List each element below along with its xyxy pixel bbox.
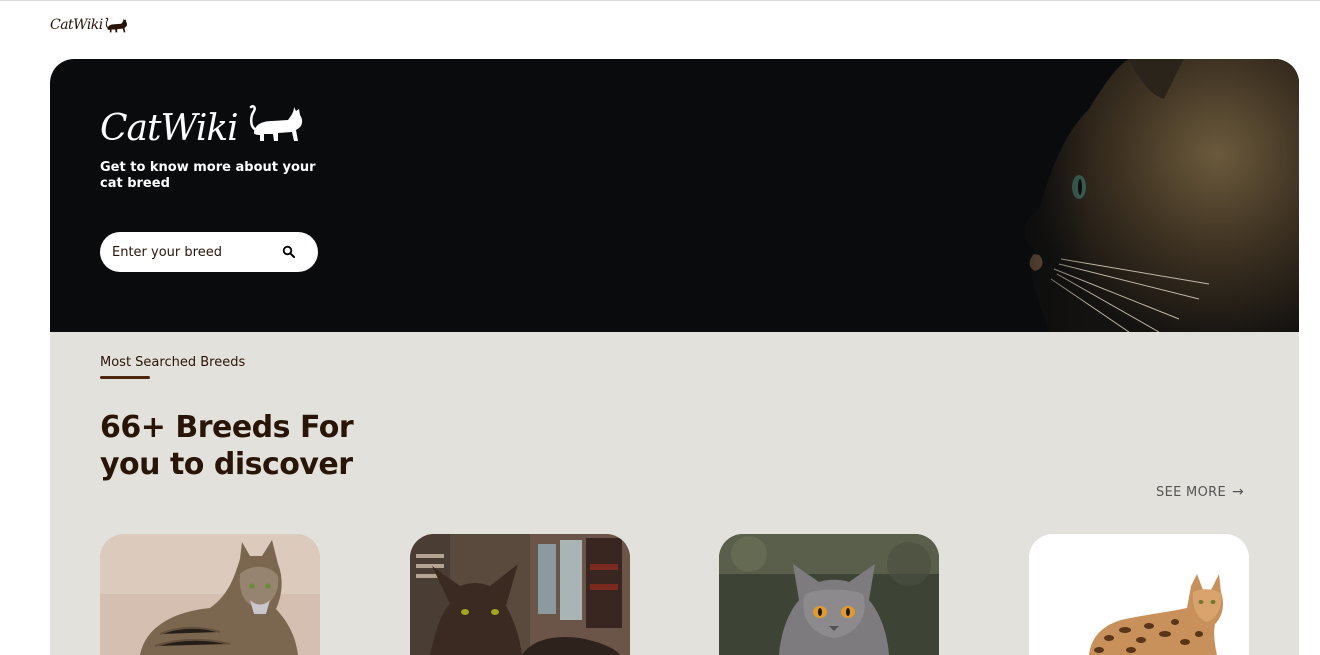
breed-card[interactable] xyxy=(410,534,630,655)
see-more-label: SEE MORE xyxy=(1156,484,1226,500)
breed-search-input[interactable] xyxy=(112,244,272,260)
hero-banner: CatWiki Get to know more about your cat … xyxy=(50,59,1299,332)
breed-card[interactable] xyxy=(100,534,320,655)
search-icon[interactable] xyxy=(282,245,296,259)
havana-brown-cat-photo xyxy=(410,534,630,655)
cat-silhouette-icon xyxy=(105,17,127,33)
breed-search-box[interactable] xyxy=(100,232,318,272)
breeds-section: Most Searched Breeds 66+ Breeds For you … xyxy=(50,332,1299,655)
arrow-right-icon: → xyxy=(1231,484,1244,500)
british-shorthair-cat-photo xyxy=(719,534,939,655)
hero-cat-photo xyxy=(979,59,1299,332)
section-underline xyxy=(100,376,150,379)
maine-coon-cat-photo xyxy=(100,534,320,655)
hero-logo-text: CatWiki xyxy=(100,108,239,149)
nav-logo[interactable]: CatWiki xyxy=(50,14,131,36)
hero-tagline: Get to know more about your cat breed xyxy=(100,160,316,191)
breed-card[interactable] xyxy=(719,534,939,655)
bengal-cat-photo xyxy=(1029,534,1249,655)
hero-logo: CatWiki xyxy=(100,97,312,149)
logo-text: CatWiki xyxy=(50,17,103,33)
cat-silhouette-icon xyxy=(249,104,302,141)
breed-card[interactable] xyxy=(1029,534,1249,655)
top-border xyxy=(0,0,1320,1)
see-more-link[interactable]: SEE MORE → xyxy=(1156,484,1244,500)
breeds-headline: 66+ Breeds For you to discover xyxy=(100,410,354,482)
section-label: Most Searched Breeds xyxy=(100,355,246,370)
